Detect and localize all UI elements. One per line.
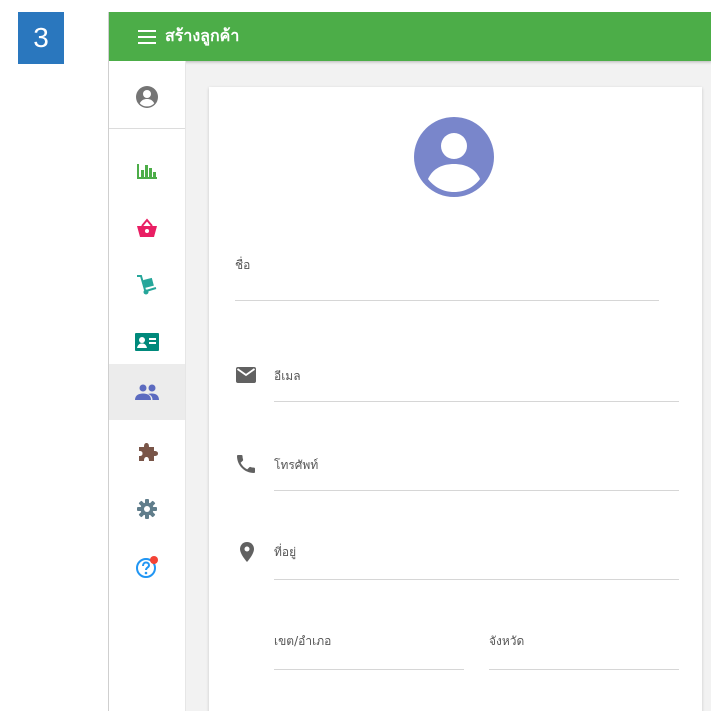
address-field[interactable]: ที่อยู่ [274,543,679,580]
email-icon [236,367,256,383]
location-pin-icon [240,542,254,562]
app-bar: สร้างลูกค้า [109,12,711,61]
sidebar-item-reports[interactable] [109,142,185,198]
step-badge: 3 [18,12,64,64]
sidebar [109,61,186,711]
name-field[interactable]: ชื่อ [235,256,659,301]
account-circle-icon [136,86,158,108]
name-field-label: ชื่อ [235,258,251,272]
sidebar-divider [109,128,185,129]
id-card-icon [135,333,159,351]
sidebar-item-members[interactable] [109,314,185,370]
bar-chart-icon [137,164,157,179]
notification-dot-icon [150,556,158,564]
district-field-underline [274,669,464,670]
address-field-underline [274,579,679,580]
phone-icon [237,455,255,473]
shopping-basket-icon [137,218,157,237]
sidebar-item-settings[interactable] [109,481,185,537]
sidebar-item-account[interactable] [109,69,185,125]
puzzle-icon [139,443,158,461]
sidebar-item-addons[interactable] [109,424,185,480]
district-field[interactable]: เขต/อำเภอ [274,632,464,670]
email-field[interactable]: อีเมล [274,367,679,402]
gear-icon [137,499,157,519]
sidebar-item-help[interactable] [109,539,185,595]
province-field[interactable]: จังหวัด [489,632,679,670]
email-field-underline [274,401,679,402]
page-title: สร้างลูกค้า [165,26,240,45]
sidebar-item-customers[interactable] [109,364,185,420]
province-field-label: จังหวัด [489,634,525,648]
customer-avatar-icon[interactable] [414,117,494,197]
dolly-icon [137,275,157,295]
name-field-underline [235,300,659,301]
sidebar-item-shipping[interactable] [109,257,185,313]
address-field-label: ที่อยู่ [274,545,297,559]
app-window: สร้างลูกค้า ชื่อ อีเมล โทรศัพท์ ที่อยู่ … [108,12,711,711]
help-icon [136,556,158,578]
hamburger-menu-icon[interactable] [123,12,171,61]
email-field-label: อีเมล [274,369,301,383]
phone-field-label: โทรศัพท์ [274,458,319,472]
customer-form-card: ชื่อ อีเมล โทรศัพท์ ที่อยู่ เขต/อำเภอ จั… [209,87,702,711]
phone-field[interactable]: โทรศัพท์ [274,456,679,491]
phone-field-underline [274,490,679,491]
province-field-underline [489,669,679,670]
people-icon [135,384,159,400]
sidebar-item-sales[interactable] [109,200,185,256]
district-field-label: เขต/อำเภอ [274,634,332,648]
